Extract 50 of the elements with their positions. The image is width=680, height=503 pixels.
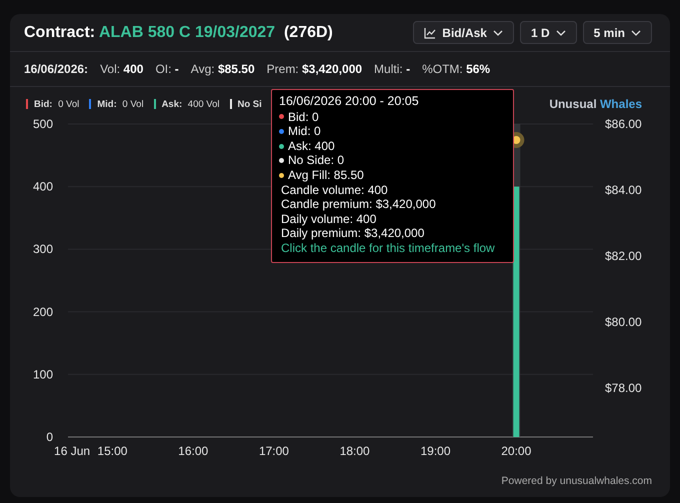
tooltip-text: Mid: 0 [288,124,321,139]
chevron-down-icon [631,30,641,36]
stat-text: OI: - [155,62,179,76]
tooltip-text: Ask: 400 [288,138,335,154]
stat-text: Prem: $3,420,000 [266,62,362,76]
axis-label: $78.00 [605,381,642,396]
axis-label: 100 [32,367,53,382]
contract-title: Contract: ALAB 580 C 19/03/2027 (276D) [24,24,333,42]
legend-item[interactable]: No Si [230,98,262,110]
tooltip-text: No Side: 0 [288,153,344,168]
axis-label: 200 [32,304,53,319]
stat-text: Multi: - [374,62,410,76]
legend-item[interactable]: Bid: 0 Vol [26,98,80,110]
dropdown-button[interactable]: 1 D [520,21,577,44]
axis-label: 16 Jun [54,444,90,458]
stats-date: 16/06/2026: [24,62,88,76]
dropdown-button[interactable]: Bid/Ask [413,21,514,44]
axis-label: $82.00 [605,249,642,264]
line-chart-icon [424,26,436,38]
stat-text: %OTM: 56% [422,62,490,76]
tooltip-text: Daily volume: 400 [280,212,376,226]
legend-item[interactable]: Mid: 0 Vol [89,98,144,110]
stat-text: Avg: $85.50 [190,62,255,76]
legend-item[interactable]: Ask: 400 Vol [154,98,220,110]
axis-label: $80.00 [605,315,642,330]
axis-label: 300 [32,242,53,256]
axis-label: 18:00 [340,444,370,458]
axis-label: $84.00 [605,183,642,198]
tooltip-text: Candle volume: 400 [280,182,388,198]
chevron-down-icon [492,30,503,36]
powered-by-text: Powered by unusualwhales.com [501,475,652,487]
brand-logo-text: Unusual Whales [549,97,642,111]
flow-link[interactable]: Click the candle for this timeframe's flow [279,240,495,256]
dropdown-button[interactable]: 5 min [582,21,652,44]
chevron-down-icon [556,30,566,36]
stat-text: Vol: 400 [100,62,144,76]
axis-label: 16:00 [178,444,208,458]
axis-label: 15:00 [97,444,128,458]
axis-label: $86.00 [605,117,642,131]
tooltip-title: 16/06/2026 20:00 - 20:05 [279,94,420,109]
axis-label: 17:00 [258,444,289,458]
axis-label: 400 [32,180,53,194]
tooltip-text: Bid: 0 [288,110,319,124]
tooltip-text: Candle premium: $3,420,000 [280,197,436,212]
axis-label: 19:00 [420,444,451,458]
axis-label: 20:00 [501,444,532,458]
tooltip-text: Daily premium: $3,420,000 [280,226,424,241]
tooltip-text: Avg Fill: 85.50 [288,168,364,183]
axis-label: 500 [32,117,53,131]
axis-label: 0 [46,430,53,444]
